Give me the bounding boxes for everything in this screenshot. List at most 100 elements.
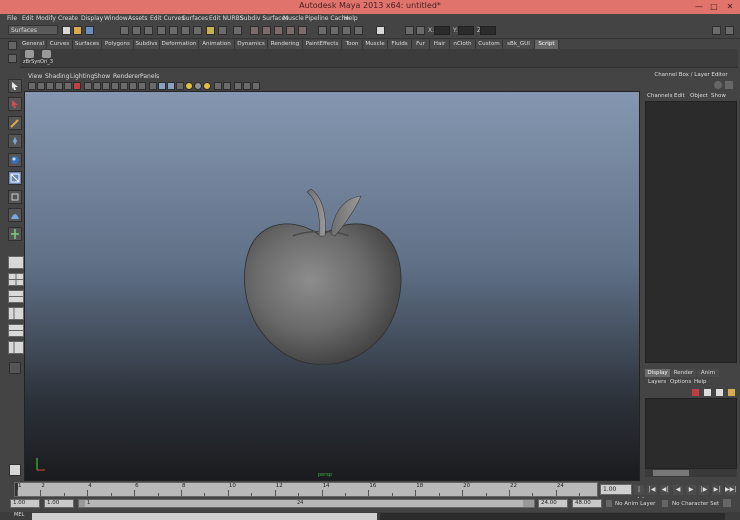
- mask-joints-icon[interactable]: [169, 26, 178, 35]
- shelf-tab-general[interactable]: General: [20, 40, 47, 49]
- channel-box-menu-channels[interactable]: Channels: [647, 93, 672, 99]
- mask-surfaces-icon[interactable]: [193, 26, 202, 35]
- menu-edit-nurbs[interactable]: Edit NURBS: [209, 15, 243, 22]
- safe-title-icon[interactable]: [138, 82, 146, 90]
- rotate-tool-icon[interactable]: [8, 153, 22, 167]
- shelf-tab-subdivs[interactable]: Subdivs: [134, 40, 160, 49]
- snap-grid-icon[interactable]: [250, 26, 259, 35]
- layer-color-icon[interactable]: [728, 389, 735, 396]
- render-frame-icon[interactable]: [330, 26, 339, 35]
- two-d-pan-zoom-icon[interactable]: [64, 82, 72, 90]
- close-button[interactable]: ✕: [725, 2, 735, 11]
- panel-menu-panels[interactable]: Panels: [140, 73, 159, 80]
- shelf-tab-animation[interactable]: Animation: [199, 40, 235, 49]
- film-gate-icon[interactable]: [93, 82, 101, 90]
- layer-list[interactable]: [645, 398, 737, 469]
- snap-point-icon[interactable]: [274, 26, 283, 35]
- soft-modification-icon[interactable]: [8, 208, 22, 222]
- history-icon[interactable]: [318, 26, 327, 35]
- lock-selection-icon[interactable]: [233, 26, 242, 35]
- shelf-tab-menu-icon[interactable]: [8, 41, 17, 50]
- channel-box-layout-icon[interactable]: [725, 81, 733, 89]
- outliner-shortcut-icon[interactable]: [9, 464, 21, 476]
- new-empty-layer-icon[interactable]: [704, 389, 711, 396]
- menu-surfaces[interactable]: Surfaces: [182, 15, 208, 22]
- menu-set-dropdown[interactable]: Surfaces: [8, 25, 58, 35]
- select-tool-icon[interactable]: [8, 79, 22, 93]
- current-frame-field[interactable]: 1.00: [600, 484, 632, 495]
- show-channel-box-icon[interactable]: [725, 26, 734, 35]
- layer-tab-display[interactable]: Display: [645, 369, 670, 377]
- mask-handles-icon[interactable]: [157, 26, 166, 35]
- layout-single-pane-icon[interactable]: [8, 256, 24, 269]
- universal-manipulator-icon[interactable]: [8, 190, 22, 204]
- xray-icon[interactable]: [214, 82, 222, 90]
- panel-menu-show[interactable]: Show: [94, 73, 110, 80]
- menu-subdiv-surfaces[interactable]: Subdiv Surfaces: [240, 15, 288, 22]
- open-scene-icon[interactable]: [73, 26, 82, 35]
- high-quality-icon[interactable]: [243, 82, 251, 90]
- shelf-tab-curves[interactable]: Curves: [47, 40, 73, 49]
- shelf-tab-deformation[interactable]: Deformation: [160, 40, 199, 49]
- textured-icon[interactable]: [176, 82, 184, 90]
- wireframe-icon[interactable]: [149, 82, 157, 90]
- apple-model[interactable]: [243, 188, 402, 365]
- minimize-button[interactable]: —: [694, 2, 704, 11]
- shelf-tab-muscle[interactable]: Muscle: [363, 40, 388, 49]
- scale-tool-icon[interactable]: [8, 171, 22, 185]
- shelf-tab-ncloth[interactable]: nCloth: [450, 40, 476, 49]
- menu-modify[interactable]: Modify: [36, 15, 56, 22]
- layer-menu-options[interactable]: Options: [670, 379, 691, 385]
- panel-menu-shading[interactable]: Shading: [45, 73, 69, 80]
- resolution-gate-icon[interactable]: [102, 82, 110, 90]
- step-forward-frame-button[interactable]: |▶: [699, 485, 709, 495]
- shelf-tab-dynamics[interactable]: Dynamics: [235, 40, 268, 49]
- animation-end-field[interactable]: 48.00: [572, 499, 602, 508]
- show-manipulator-icon[interactable]: [8, 227, 22, 241]
- layer-tab-anim[interactable]: Anim: [697, 369, 719, 377]
- smooth-shade-icon[interactable]: [158, 82, 166, 90]
- camera-attributes-icon[interactable]: [37, 82, 45, 90]
- mask-curves-icon[interactable]: [181, 26, 190, 35]
- layout-persp-graph-icon[interactable]: [8, 290, 24, 303]
- channel-box-options-icon[interactable]: [714, 81, 722, 89]
- script-shelf-icon[interactable]: [42, 50, 51, 58]
- channel-box-content[interactable]: [645, 101, 737, 363]
- menu-display[interactable]: Display: [81, 15, 103, 22]
- new-layer-from-selected-icon[interactable]: [692, 389, 699, 396]
- shadows-icon[interactable]: [194, 82, 202, 90]
- layout-persp-outliner-icon[interactable]: [8, 307, 24, 320]
- anim-layer-dropdown[interactable]: No Anim Layer: [615, 501, 655, 507]
- step-forward-key-button[interactable]: ▶|: [712, 485, 722, 495]
- show-ui-icon[interactable]: [252, 82, 260, 90]
- input-mode-icon[interactable]: [405, 26, 414, 35]
- z-field[interactable]: [480, 26, 496, 35]
- panel-menu-lighting[interactable]: Lighting: [70, 73, 94, 80]
- layer-tab-render[interactable]: Render: [671, 369, 696, 377]
- play-forwards-button[interactable]: ▶: [686, 485, 696, 495]
- channel-box-menu-show[interactable]: Show: [711, 93, 726, 99]
- grease-pencil-icon[interactable]: [73, 82, 81, 90]
- script-shelf-icon[interactable]: [25, 50, 34, 58]
- animation-start-field[interactable]: 1.00: [10, 499, 40, 508]
- bookmarks-icon[interactable]: [46, 82, 54, 90]
- new-scene-icon[interactable]: [62, 26, 71, 35]
- wireframe-on-shaded-icon[interactable]: [167, 82, 175, 90]
- shelf-tab-script[interactable]: Script: [535, 40, 559, 49]
- select-object-icon[interactable]: [132, 26, 141, 35]
- range-slider[interactable]: 1 24: [78, 499, 535, 508]
- layout-options-icon[interactable]: [9, 362, 21, 374]
- perspective-viewport[interactable]: persp: [24, 91, 640, 481]
- layer-menu-help[interactable]: Help: [694, 379, 707, 385]
- move-tool-icon[interactable]: [8, 134, 22, 148]
- select-component-icon[interactable]: [144, 26, 153, 35]
- render-settings-icon[interactable]: [354, 26, 363, 35]
- menu-window[interactable]: Window: [104, 15, 128, 22]
- layout-persp-hypershade-icon[interactable]: [8, 324, 24, 337]
- isolate-select-icon[interactable]: [223, 82, 231, 90]
- menu-assets[interactable]: Assets: [128, 15, 148, 22]
- shelf-tab-toon[interactable]: Toon: [342, 40, 363, 49]
- range-slider-handle[interactable]: 1 24: [85, 500, 523, 507]
- layer-scrollbar-thumb[interactable]: [653, 470, 689, 476]
- menu-file[interactable]: File: [7, 15, 17, 22]
